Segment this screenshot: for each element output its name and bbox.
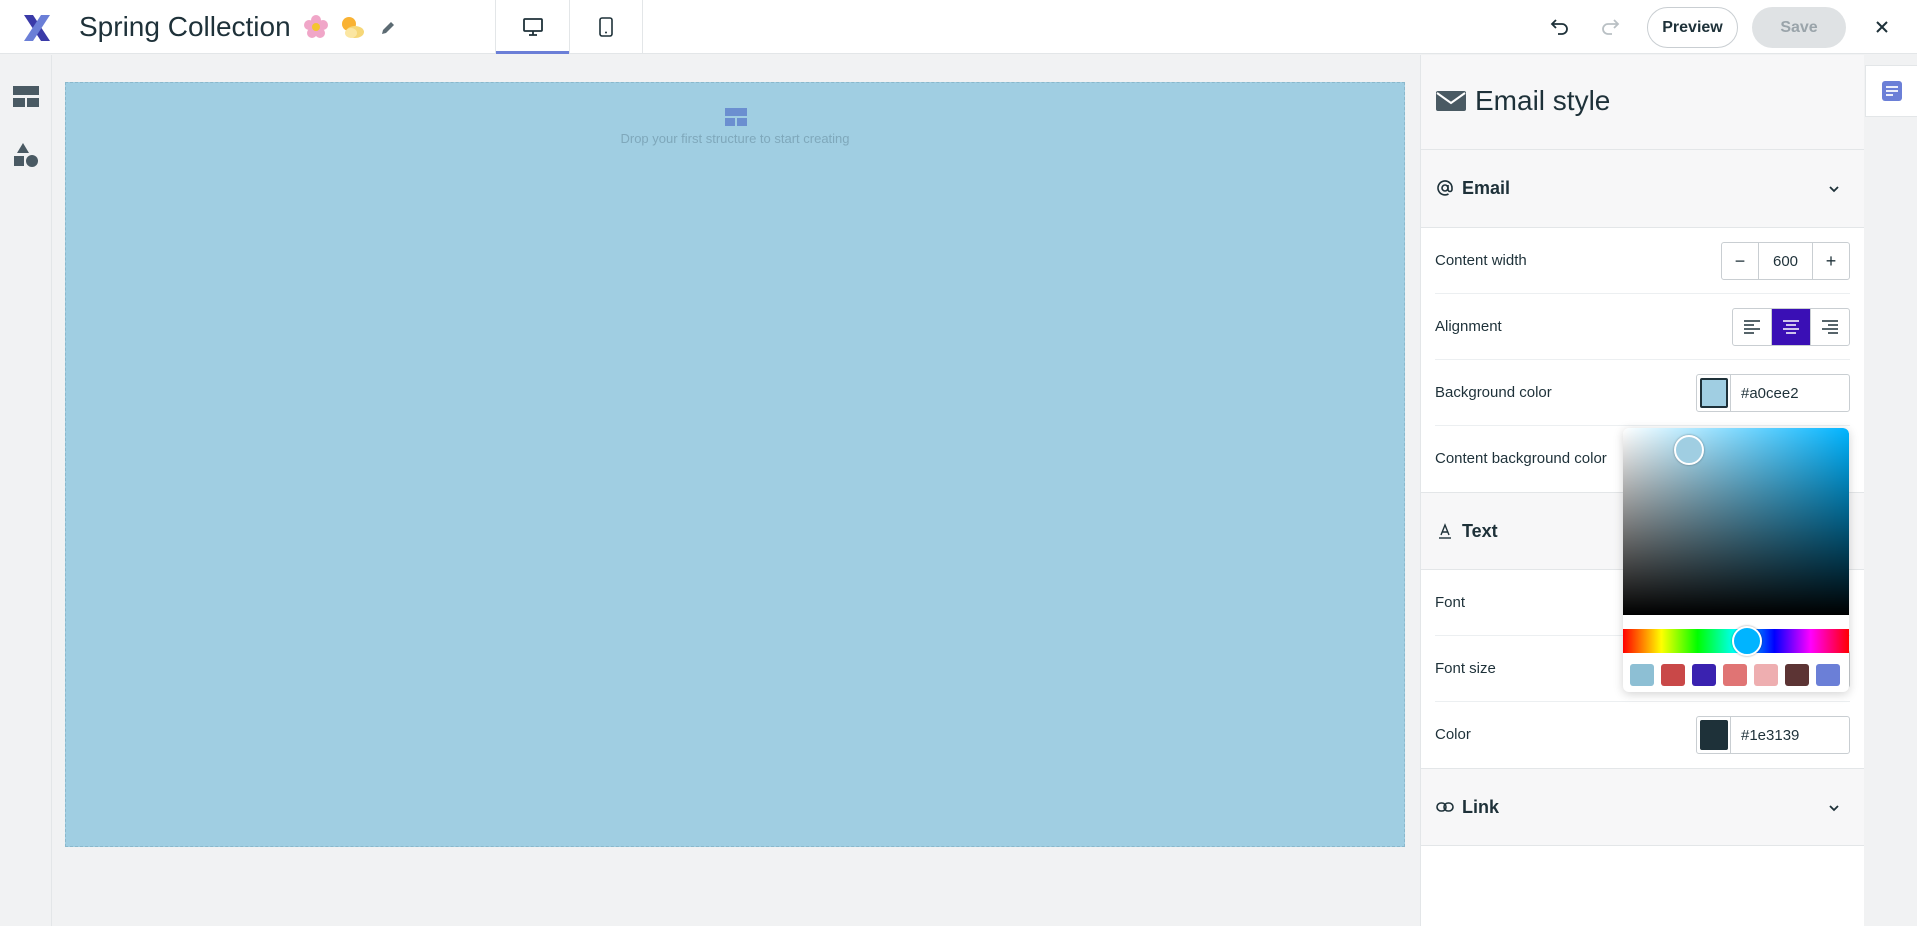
text-color-swatch[interactable] [1697,717,1731,753]
email-section-header[interactable]: Email [1421,150,1864,228]
document-settings-icon [1881,81,1902,101]
alignment-label: Alignment [1435,318,1502,335]
color-picker-popup [1623,428,1849,692]
chevron-down-icon [1829,805,1839,812]
device-switcher [495,0,643,54]
email-settings-tab[interactable] [1865,65,1917,117]
align-right-icon [1822,320,1838,334]
content-width-input[interactable]: 600 [1758,243,1813,279]
text-style-icon [1439,523,1451,539]
text-color-input[interactable]: #1e3139 [1731,717,1849,753]
x-logo-icon[interactable] [22,13,52,43]
tablet-icon [599,17,613,37]
font-label: Font [1435,594,1466,611]
link-icon [1436,802,1454,812]
sun-cloud-emoji-icon [342,17,364,38]
align-center-button[interactable] [1771,309,1810,345]
email-section-title: Email [1462,178,1511,198]
chevron-down-icon [1829,186,1839,193]
saturation-thumb[interactable] [1674,435,1704,465]
background-color-input[interactable]: #a0cee2 [1731,375,1849,411]
align-left-icon [1744,320,1760,334]
increment-button[interactable]: + [1813,243,1849,279]
structures-icon[interactable] [12,83,40,111]
preset-swatch[interactable] [1816,664,1840,686]
preset-swatch[interactable] [1692,664,1716,686]
content-width-stepper: − 600 + [1721,242,1850,280]
blocks-icon[interactable] [12,141,40,169]
structure-drop-icon [725,108,747,126]
at-sign-icon [1437,180,1453,196]
content-background-label: Content background color [1435,450,1607,467]
link-section-header[interactable]: Link [1421,768,1864,846]
desktop-view-button[interactable] [496,0,569,54]
drop-placeholder-text: Drop your first structure to start creat… [620,131,850,146]
background-color-row: Background color #a0cee2 [1435,360,1850,426]
panel-header: Email style [1421,55,1864,150]
align-left-button[interactable] [1733,309,1771,345]
text-section-title: Text [1462,521,1498,541]
email-canvas[interactable]: Drop your first structure to start creat… [65,82,1405,847]
text-color-row: Color #1e3139 [1435,702,1850,768]
close-icon[interactable] [1870,15,1894,39]
email-title: Spring Collection [79,11,291,42]
flower-emoji-icon [304,15,328,38]
preset-swatch[interactable] [1630,664,1654,686]
link-section-title: Link [1462,797,1500,817]
panel-title: Email style [1475,85,1611,116]
mobile-view-button[interactable] [569,0,642,54]
left-toolbar [0,55,52,926]
text-color-label: Color [1435,726,1471,743]
alignment-buttons [1732,308,1850,346]
desktop-icon [522,18,543,36]
alignment-row: Alignment [1435,294,1850,360]
background-color-field[interactable]: #a0cee2 [1696,374,1850,412]
background-color-label: Background color [1435,384,1552,401]
preset-swatches [1630,664,1840,686]
background-color-swatch[interactable] [1697,375,1731,411]
decrement-button[interactable]: − [1722,243,1758,279]
preview-button[interactable]: Preview [1647,7,1738,48]
undo-icon[interactable] [1548,14,1572,38]
preset-swatch[interactable] [1785,664,1809,686]
content-width-label: Content width [1435,252,1527,269]
redo-icon[interactable] [1598,14,1622,38]
preset-swatch[interactable] [1661,664,1685,686]
pencil-icon[interactable] [380,20,396,36]
saturation-value-area[interactable] [1623,428,1849,615]
hue-thumb[interactable] [1732,626,1762,656]
envelope-icon [1436,91,1466,111]
preset-swatch[interactable] [1754,664,1778,686]
right-edge-rail [1865,55,1917,926]
font-size-label: Font size [1435,660,1496,677]
save-button[interactable]: Save [1752,7,1846,48]
preset-swatch[interactable] [1723,664,1747,686]
align-center-icon [1783,320,1799,334]
top-bar: Spring Collection Preview Save [0,0,1917,54]
content-width-row: Content width − 600 + [1435,228,1850,294]
text-color-field[interactable]: #1e3139 [1696,716,1850,754]
align-right-button[interactable] [1810,309,1849,345]
